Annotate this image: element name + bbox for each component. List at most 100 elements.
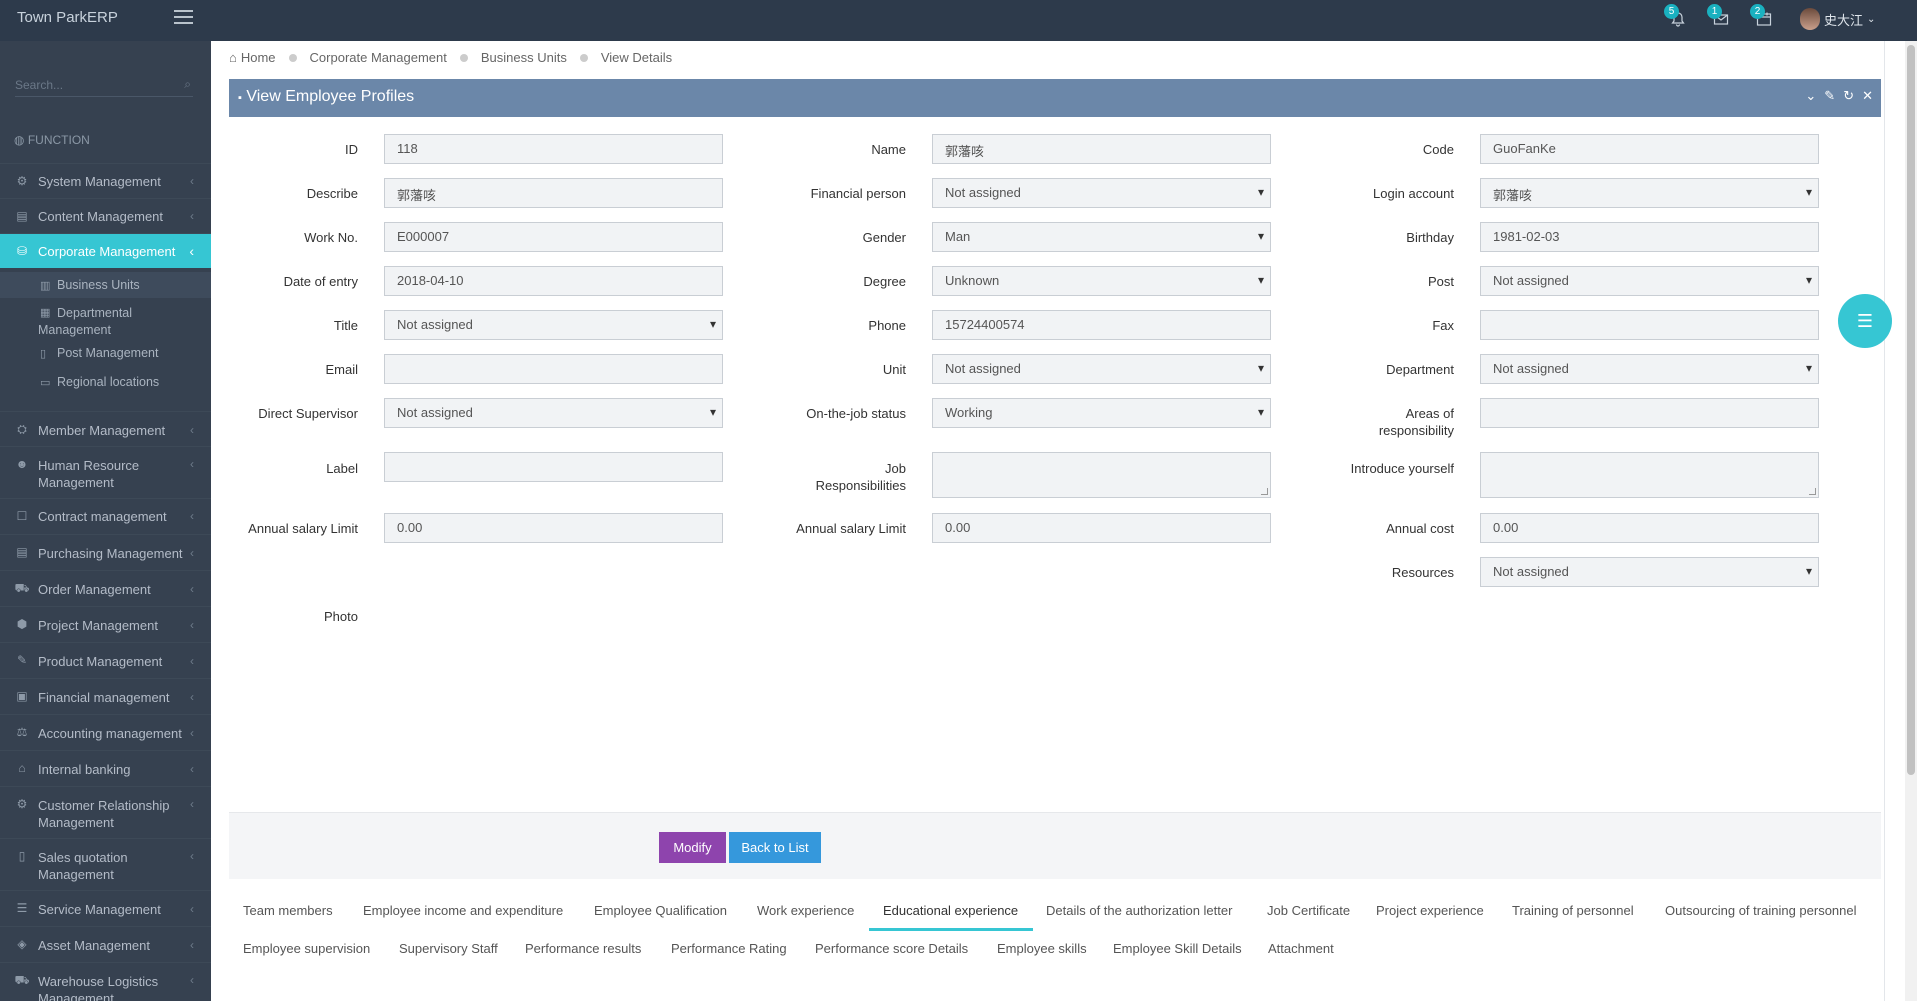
user-menu[interactable]: 史大江 ⌄ — [1800, 8, 1875, 30]
tasks-icon[interactable]: 2 — [1750, 4, 1778, 31]
sidebar-item-purchasing-management[interactable]: ▤ Purchasing Management ‹ — [0, 534, 211, 570]
sidebar-item-sales-quotation-management[interactable]: ▯ Sales quotation Management ‹ — [0, 838, 211, 890]
tab-job-certificate[interactable]: Job Certificate — [1267, 903, 1350, 918]
sidebar-item-corporate-management[interactable]: ⛁ Corporate Management ‹ — [0, 233, 211, 268]
sidebar-subitem-post-management[interactable]: ▯ Post Management — [0, 341, 211, 367]
sidebar-item-system-management[interactable]: ⚙ System Management ‹ — [0, 163, 211, 198]
users-icon: ☻ — [15, 457, 29, 471]
annual-salary-limit-2-field[interactable]: 0.00 — [932, 513, 1271, 543]
sidebar-item-internal-banking[interactable]: ⌂ Internal banking ‹ — [0, 750, 211, 786]
describe-field[interactable]: 郭藩咳 — [384, 178, 723, 208]
login-account-select[interactable]: 郭藩咳 — [1480, 178, 1819, 208]
introduce-yourself-textarea[interactable] — [1480, 452, 1819, 498]
tab-educational-experience[interactable]: Educational experience — [883, 903, 1018, 918]
breadcrumb-home[interactable]: Home — [241, 50, 276, 65]
sidebar-item-content-management[interactable]: ▤ Content Management ‹ — [0, 198, 211, 233]
sidebar-item-product-management[interactable]: ✎ Product Management ‹ — [0, 642, 211, 678]
search-input[interactable]: Search... — [15, 78, 63, 92]
chevron-left-icon: ‹ — [190, 654, 194, 668]
home-icon[interactable]: ⌂ — [229, 50, 237, 65]
sidebar-item-member-management[interactable]: ⛭ Member Management ‹ — [0, 411, 211, 446]
resources-select[interactable]: Not assigned — [1480, 557, 1819, 587]
sidebar-item-accounting-management[interactable]: ⚖ Accounting management ‹ — [0, 714, 211, 750]
id-field[interactable]: 118 — [384, 134, 723, 164]
sidebar-subitem-business-units[interactable]: ▥ Business Units — [0, 272, 211, 298]
title-select[interactable]: Not assigned — [384, 310, 723, 340]
sidebar-item-human-resource-management[interactable]: ☻ Human Resource Management ‹ — [0, 446, 211, 498]
tab-performance-score-details[interactable]: Performance score Details — [815, 941, 968, 956]
post-select[interactable]: Not assigned — [1480, 266, 1819, 296]
fax-field[interactable] — [1480, 310, 1819, 340]
close-icon[interactable]: ✕ — [1862, 88, 1873, 104]
tab-performance-results[interactable]: Performance results — [525, 941, 641, 956]
birthday-field[interactable]: 1981-02-03 — [1480, 222, 1819, 252]
sidebar-item-asset-management[interactable]: ◈ Asset Management ‹ — [0, 926, 211, 962]
brand-logo[interactable]: Town ParkERP — [17, 9, 118, 26]
messages-icon[interactable]: 1 — [1707, 4, 1735, 31]
wrench-icon[interactable]: ✎ — [1824, 88, 1835, 104]
tab-performance-rating[interactable]: Performance Rating — [671, 941, 787, 956]
department-select[interactable]: Not assigned — [1480, 354, 1819, 384]
collapse-icon[interactable]: ⌄ — [1805, 88, 1816, 104]
sidebar-item-customer-relationship-management[interactable]: ⚙ Customer Relationship Management ‹ — [0, 786, 211, 838]
areas-of-responsibility-field[interactable] — [1480, 398, 1819, 428]
annual-cost-field[interactable]: 0.00 — [1480, 513, 1819, 543]
name-field[interactable]: 郭藩咳 — [932, 134, 1271, 164]
sidebar-item-label: Financial management — [38, 690, 170, 705]
sidebar-subitem-departmental-management[interactable]: ▦ Departmental Management — [0, 300, 211, 337]
sidebar-item-warehouse-logistics-management[interactable]: ⛟ Warehouse Logistics Management ‹ — [0, 962, 211, 1001]
tab-employee-qualification[interactable]: Employee Qualification — [594, 903, 727, 918]
tab-employee-skills[interactable]: Employee skills — [997, 941, 1087, 956]
sidebar-item-order-management[interactable]: ⛟ Order Management ‹ — [0, 570, 211, 606]
job-responsibilities-textarea[interactable] — [932, 452, 1271, 498]
tab-authorization-letter[interactable]: Details of the authorization letter — [1046, 903, 1232, 918]
tab-employee-skill-details[interactable]: Employee Skill Details — [1113, 941, 1242, 956]
sidebar-subitem-regional-locations[interactable]: ▭ Regional locations — [0, 370, 211, 396]
scrollbar-thumb[interactable] — [1907, 45, 1915, 775]
tab-project-experience[interactable]: Project experience — [1376, 903, 1484, 918]
sidebar-item-project-management[interactable]: ⬢ Project Management ‹ — [0, 606, 211, 642]
sidebar-item-contract-management[interactable]: ☐ Contract management ‹ — [0, 498, 211, 534]
sidebar-item-label: Order Management — [38, 582, 151, 597]
unit-select[interactable]: Not assigned — [932, 354, 1271, 384]
sidebar-item-financial-management[interactable]: ▣ Financial management ‹ — [0, 678, 211, 714]
work-no-field[interactable]: E000007 — [384, 222, 723, 252]
gender-select[interactable]: Man — [932, 222, 1271, 252]
annual-salary-limit-field[interactable]: 0.00 — [384, 513, 723, 543]
tab-employee-income-expenditure[interactable]: Employee income and expenditure — [363, 903, 563, 918]
checkbox-icon: ☐ — [16, 509, 28, 523]
direct-supervisor-select[interactable]: Not assigned — [384, 398, 723, 428]
quick-menu-button[interactable]: ☰ — [1838, 294, 1892, 348]
tab-training-of-personnel[interactable]: Training of personnel — [1512, 903, 1634, 918]
financial-person-select[interactable]: Not assigned — [932, 178, 1271, 208]
reload-icon[interactable]: ↻ — [1843, 88, 1854, 104]
code-field[interactable]: GuoFanKe — [1480, 134, 1819, 164]
breadcrumb-business-units[interactable]: Business Units — [481, 50, 567, 65]
search-icon[interactable]: ⌕ — [184, 77, 191, 92]
notifications-icon[interactable]: 5 — [1664, 4, 1692, 31]
back-to-list-button[interactable]: Back to List — [729, 832, 821, 863]
degree-select[interactable]: Unknown — [932, 266, 1271, 296]
tab-team-members[interactable]: Team members — [243, 903, 333, 918]
phone-field[interactable]: 15724400574 — [932, 310, 1271, 340]
sidebar-search[interactable]: Search... ⌕ — [15, 75, 193, 97]
page-title-text: View Employee Profiles — [246, 88, 415, 105]
menu-toggle-icon[interactable] — [174, 10, 193, 25]
tab-attachment[interactable]: Attachment — [1268, 941, 1334, 956]
on-job-status-select[interactable]: Working — [932, 398, 1271, 428]
modify-button[interactable]: Modify — [659, 832, 726, 863]
tab-outsourcing-training[interactable]: Outsourcing of training personnel — [1665, 903, 1857, 918]
section-label-text: FUNCTION — [27, 133, 90, 147]
label-field[interactable] — [384, 452, 723, 482]
shopping-cart-icon: ⛟ — [14, 581, 30, 595]
tab-work-experience[interactable]: Work experience — [757, 903, 854, 918]
date-of-entry-field[interactable]: 2018-04-10 — [384, 266, 723, 296]
cart-icon: ▤ — [16, 545, 28, 559]
portlet-header: ▪ View Employee Profiles ⌄ ✎ ↻ ✕ — [229, 79, 1881, 117]
tab-supervisory-staff[interactable]: Supervisory Staff — [399, 941, 498, 956]
tab-employee-supervision[interactable]: Employee supervision — [243, 941, 370, 956]
email-field[interactable] — [384, 354, 723, 384]
sidebar-item-service-management[interactable]: ☰ Service Management ‹ — [0, 890, 211, 926]
page-scrollbar[interactable] — [1905, 41, 1917, 1001]
breadcrumb-corporate-management[interactable]: Corporate Management — [310, 50, 447, 65]
